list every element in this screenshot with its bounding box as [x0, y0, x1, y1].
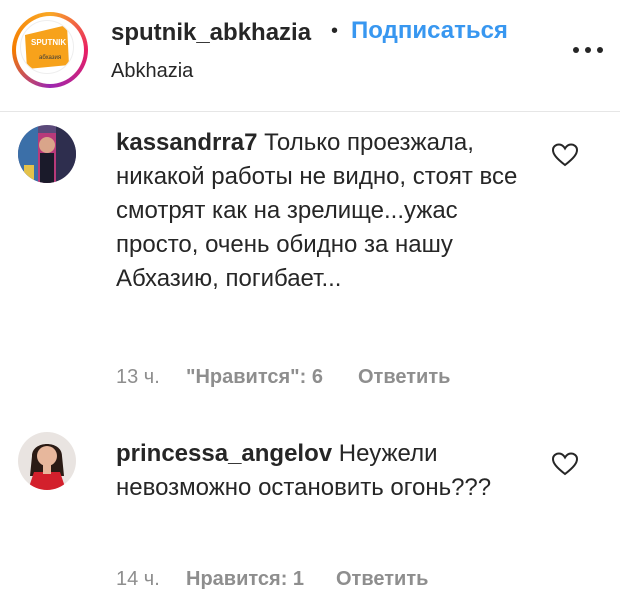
comment-username[interactable]: princessa_angelov	[116, 440, 332, 467]
post-author-username[interactable]: sputnik_abkhazia	[111, 19, 311, 47]
commenter-avatar[interactable]	[18, 125, 76, 183]
more-horizontal-icon[interactable]	[570, 44, 606, 56]
comment-timestamp[interactable]: 13 ч.	[116, 366, 160, 389]
logo-text-bottom: абхазия	[39, 55, 61, 61]
comment-username[interactable]: kassandrra7	[116, 129, 257, 156]
header-divider	[0, 111, 620, 112]
avatar-photo	[18, 432, 76, 490]
comment-meta: 13 ч. "Нравится": 6 Ответить	[116, 366, 556, 390]
comment-timestamp[interactable]: 14 ч.	[116, 568, 160, 591]
sputnik-logo: SPUTNIK абхазия	[20, 20, 74, 74]
reply-button[interactable]: Ответить	[336, 568, 428, 591]
comment-likes-count[interactable]: Нравится: 1	[186, 568, 304, 591]
post-location[interactable]: Abkhazia	[111, 60, 193, 83]
avatar-photo	[18, 125, 76, 183]
follow-button[interactable]: Подписаться	[351, 17, 508, 45]
logo-text-top: SPUTNIK	[31, 38, 66, 47]
comment-likes-count[interactable]: "Нравится": 6	[186, 366, 323, 389]
comment-meta: 14 ч. Нравится: 1 Ответить	[116, 568, 556, 592]
profile-avatar[interactable]: SPUTNIK абхазия	[12, 12, 88, 88]
heart-icon[interactable]	[552, 143, 578, 167]
sputnik-logo-shape: SPUTNIK абхазия	[25, 25, 69, 69]
post-header: SPUTNIK абхазия sputnik_abkhazia • Подпи…	[0, 0, 620, 110]
reply-button[interactable]: Ответить	[358, 366, 450, 389]
commenter-avatar[interactable]	[18, 432, 76, 490]
header-separator: •	[331, 20, 339, 42]
comment-body: princessa_angelov Неужели невозможно ост…	[116, 437, 546, 505]
comment-body: kassandrra7 Только проезжала, никакой ра…	[116, 126, 546, 296]
heart-icon[interactable]	[552, 452, 578, 476]
